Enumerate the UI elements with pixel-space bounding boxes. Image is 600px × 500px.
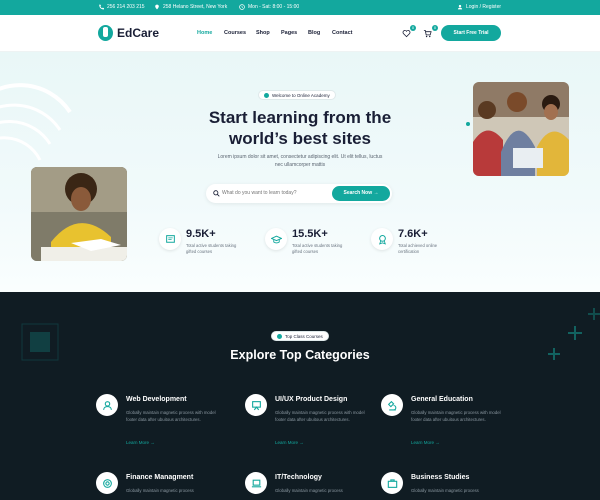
logo[interactable]: EdCare <box>98 25 159 41</box>
category-title: UI/UX Product Design <box>275 396 348 403</box>
hero-subtitle: Lorem ipsum dolor sit amet, consectetur … <box>210 153 390 169</box>
address-info: 258 Helano Street, New York <box>154 4 227 10</box>
stat-label: Total active students taking gifted cour… <box>292 243 343 254</box>
clock-icon <box>239 4 245 10</box>
nav-item-blog[interactable]: Blog <box>308 30 320 36</box>
stat-certifications: 7.6K+ Total achieved online certificatio… <box>371 228 450 255</box>
top-class-badge-text: Top Class Courses <box>285 333 323 339</box>
category-description: Globally maintain magnetic process <box>275 488 343 493</box>
category-title: Finance Managment <box>126 474 194 481</box>
search-icon <box>213 190 220 197</box>
nav-item-courses[interactable]: Courses <box>224 30 246 36</box>
slider-dot[interactable] <box>466 122 470 126</box>
stat-value: 7.6K+ <box>398 228 428 240</box>
learn-more-link[interactable]: Learn More → <box>126 440 155 445</box>
welcome-badge: Welcome to Online Academy <box>258 90 336 100</box>
sparkle-icon <box>277 333 282 339</box>
decorative-arcs <box>0 83 72 161</box>
heart-icon[interactable] <box>402 29 411 38</box>
hero-title-line1: Start learning from the <box>208 108 392 127</box>
category-description: Globally maintain magnetic process <box>411 488 479 493</box>
stat-students-2: 15.5K+ Total active students taking gift… <box>265 228 344 255</box>
hero-subtitle-line2: nec ullamcorper mattis <box>274 162 326 168</box>
location-icon <box>155 4 159 10</box>
nav-item-home[interactable]: Home <box>197 30 212 36</box>
hours-text: Mon - Sat: 8:00 - 15:00 <box>248 4 300 10</box>
learn-more-link[interactable]: Learn More → <box>275 440 304 445</box>
laptop-icon <box>245 472 267 494</box>
top-class-badge: Top Class Courses <box>271 331 329 341</box>
logo-mark-icon <box>98 25 113 41</box>
learn-more-link[interactable]: Learn More → <box>411 440 440 445</box>
nav-item-shop[interactable]: Shop <box>256 30 270 36</box>
stat-label: Total active students taking gifted cour… <box>186 243 237 254</box>
graduation-cap-icon <box>265 228 287 250</box>
hero-title-line2: world’s best sites <box>228 129 372 148</box>
briefcase-icon <box>381 472 403 494</box>
student-photo-left <box>31 167 127 261</box>
microscope-icon <box>381 394 403 416</box>
top-bar: 256 214 203 215 258 Helano Street, New Y… <box>0 0 600 15</box>
certificate-icon <box>159 228 181 250</box>
category-description: Globally maintain magnetic process <box>126 488 194 493</box>
category-description: Globally maintain magnetic process with … <box>275 410 365 422</box>
nav-item-contact[interactable]: Contact <box>332 30 352 36</box>
wishlist-count-badge: 0 <box>410 25 416 31</box>
category-title: IT/Technology <box>275 474 322 481</box>
sparkle-icon <box>264 92 269 98</box>
medal-icon <box>371 228 393 250</box>
user-icon <box>457 4 463 10</box>
hours-info: Mon - Sat: 8:00 - 15:00 <box>239 4 299 10</box>
category-title: General Education <box>411 396 473 403</box>
category-title: Web Development <box>126 396 187 403</box>
phone-info[interactable]: 256 214 203 215 <box>98 4 145 10</box>
logo-text: EdCare <box>117 26 160 40</box>
stat-students-1: 9.5K+ Total active students taking gifte… <box>159 228 238 255</box>
stat-value: 15.5K+ <box>292 228 328 240</box>
main-navigation: EdCare Home Courses Shop Pages Blog Cont… <box>0 15 600 52</box>
design-board-icon <box>245 394 267 416</box>
search-input[interactable] <box>222 188 322 198</box>
welcome-badge-text: Welcome to Online Academy <box>272 92 330 98</box>
cart-icon[interactable] <box>423 29 432 38</box>
category-title: Business Studies <box>411 474 470 481</box>
stat-value: 9.5K+ <box>186 228 216 240</box>
category-description: Globally maintain magnetic process with … <box>411 410 501 422</box>
address-text: 258 Helano Street, New York <box>163 4 228 10</box>
category-description: Globally maintain magnetic process with … <box>126 410 216 422</box>
finance-icon <box>96 472 118 494</box>
hero-subtitle-line1: Lorem ipsum dolor sit amet, consectetur … <box>217 154 383 160</box>
user-icon <box>96 394 118 416</box>
nav-item-pages[interactable]: Pages <box>281 30 297 36</box>
start-free-trial-button[interactable]: Start Free Trial <box>441 25 501 41</box>
login-link[interactable]: Login / Register <box>457 4 501 10</box>
search-now-button[interactable]: Search Now → <box>332 186 390 201</box>
login-text: Login / Register <box>466 4 502 10</box>
cart-count-badge: 0 <box>432 25 438 31</box>
stat-label: Total achieved online certification <box>398 243 438 254</box>
hero-title: Start learning from the world’s best sit… <box>180 107 420 149</box>
phone-text: 256 214 203 215 <box>107 4 145 10</box>
categories-title: Explore Top Categories <box>230 348 370 362</box>
phone-icon <box>99 4 104 10</box>
students-group-photo <box>473 82 569 176</box>
course-search: Search Now → <box>206 184 392 203</box>
